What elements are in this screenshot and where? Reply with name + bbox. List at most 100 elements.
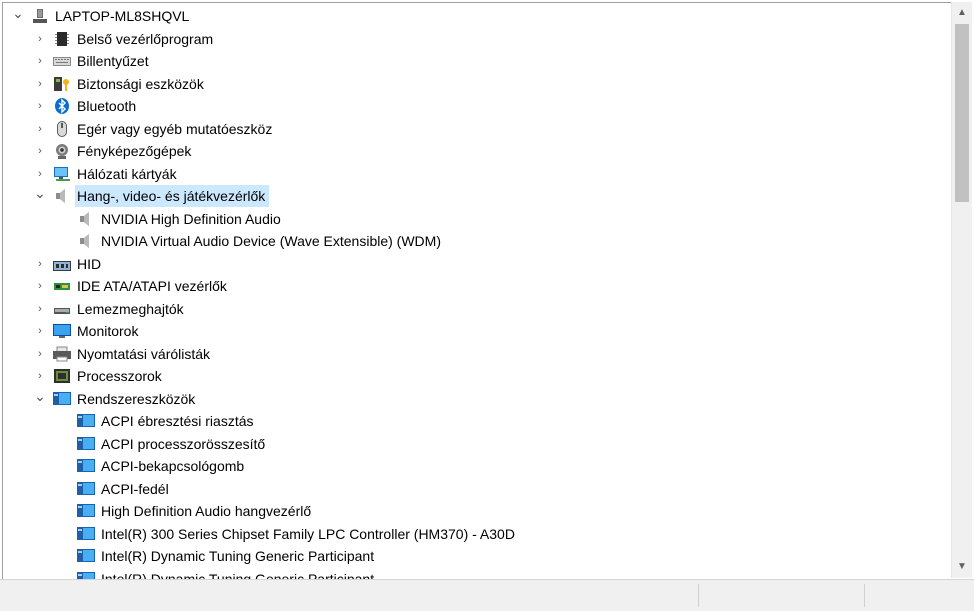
tree-item-label: Intel(R) Dynamic Tuning Generic Particip…	[101, 548, 375, 564]
tree-item-label: Fényképezőgépek	[77, 143, 192, 159]
chevron-right-icon[interactable]: ›	[33, 253, 47, 275]
device-tree[interactable]: ⌄ LAPTOP-ML8SHQVL › Belső vezérlőprogram › Bi…	[2, 2, 952, 579]
chevron-down-icon[interactable]: ⌄	[11, 5, 25, 27]
tree-category-item[interactable]: › Billentyűzet	[3, 50, 943, 72]
status-separator	[864, 584, 865, 607]
chevron-right-icon[interactable]: ›	[33, 298, 47, 320]
tree-item-label: ACPI-bekapcsológomb	[101, 458, 245, 474]
system-device-icon	[53, 391, 71, 407]
system-device-icon	[77, 526, 95, 542]
chevron-right-icon[interactable]: ›	[33, 28, 47, 50]
tree-device-item[interactable]: ACPI-fedél	[3, 478, 943, 500]
printer-icon	[53, 346, 71, 362]
tree-device-item[interactable]: Intel(R) Dynamic Tuning Generic Particip…	[3, 545, 943, 567]
tree-category-item[interactable]: › Biztonsági eszközök	[3, 73, 943, 95]
tree-item-label: Hang-, video- és játékvezérlők	[77, 188, 266, 204]
tree-item-label: Intel(R) Dynamic Tuning Generic Particip…	[101, 570, 375, 580]
monitor-icon	[53, 323, 71, 339]
mouse-icon	[53, 120, 71, 137]
chevron-right-icon[interactable]: ›	[33, 73, 47, 95]
tree-category-item[interactable]: › Fényképezőgépek	[3, 140, 943, 162]
chevron-right-icon[interactable]: ›	[33, 163, 47, 185]
tree-item-label: Bluetooth	[77, 98, 137, 114]
scroll-thumb[interactable]	[955, 24, 969, 202]
chevron-right-icon[interactable]: ›	[33, 275, 47, 297]
tree-item-label: NVIDIA Virtual Audio Device (Wave Extens…	[101, 233, 441, 249]
tree-item-label: HID	[77, 255, 102, 272]
tree-category-item[interactable]: › Belső vezérlőprogram	[3, 28, 943, 50]
tree-item-label: Processzorok	[77, 368, 162, 384]
vertical-scrollbar[interactable]: ▲ ▼	[951, 2, 972, 578]
tree-category-item[interactable]: › Nyomtatási várólisták	[3, 343, 943, 365]
tree-category-item[interactable]: › Egér vagy egyéb mutatóeszköz	[3, 118, 943, 140]
tree-device-item[interactable]: ACPI ébresztési riasztás	[3, 410, 943, 432]
tree-category-item[interactable]: › HID	[3, 253, 943, 275]
tree-item-label: Nyomtatási várólisták	[77, 345, 211, 362]
disk-drive-icon	[53, 301, 71, 317]
chevron-down-icon[interactable]: ⌄	[33, 388, 47, 410]
tree-device-item[interactable]: High Definition Audio hangvezérlő	[3, 500, 943, 522]
tree-item-label: Lemezmeghajtók	[77, 300, 184, 317]
tree-item-label: IDE ATA/ATAPI vezérlők	[77, 278, 227, 294]
hid-icon	[53, 256, 71, 272]
scroll-up-arrow-icon[interactable]: ▲	[952, 4, 972, 22]
tree-item-label: High Definition Audio hangvezérlő	[101, 503, 312, 519]
system-device-icon	[77, 436, 95, 452]
tree-item-label: ACPI-fedél	[101, 480, 169, 497]
webcam-icon	[53, 143, 71, 159]
tree-category-item[interactable]: › IDE ATA/ATAPI vezérlők	[3, 275, 943, 297]
bluetooth-icon	[53, 98, 71, 114]
tree-category-item[interactable]: › Bluetooth	[3, 95, 943, 117]
tree-category-item[interactable]: ⌄ Hang-, video- és játékvezérlők	[3, 185, 943, 207]
system-device-icon	[77, 458, 95, 474]
network-adapter-icon	[53, 166, 71, 182]
tree-device-item[interactable]: ACPI-bekapcsológomb	[3, 455, 943, 477]
chevron-down-icon[interactable]: ⌄	[33, 185, 47, 207]
tree-category-item[interactable]: ⌄ Rendszereszközök	[3, 388, 943, 410]
tree-item-label: Belső vezérlőprogram	[77, 30, 214, 47]
firmware-chip-icon	[53, 31, 71, 47]
tree-device-item[interactable]: NVIDIA High Definition Audio	[3, 208, 943, 230]
tree-item-label: Rendszereszközök	[77, 390, 196, 407]
system-device-icon	[77, 413, 95, 429]
tree-device-item[interactable]: Intel(R) 300 Series Chipset Family LPC C…	[3, 523, 943, 545]
scroll-down-arrow-icon[interactable]: ▼	[952, 558, 972, 576]
tree-item-label: Billentyűzet	[77, 53, 149, 69]
tree-item-label: LAPTOP-ML8SHQVL	[55, 8, 190, 24]
chevron-right-icon[interactable]: ›	[33, 365, 47, 387]
tree-item-label: Egér vagy egyéb mutatóeszköz	[77, 120, 273, 137]
chevron-right-icon[interactable]: ›	[33, 50, 47, 72]
system-device-icon	[77, 481, 95, 497]
tree-category-item[interactable]: › Processzorok	[3, 365, 943, 387]
tree-root-computer[interactable]: ⌄ LAPTOP-ML8SHQVL	[3, 5, 943, 27]
tree-device-item[interactable]: NVIDIA Virtual Audio Device (Wave Extens…	[3, 230, 943, 252]
tree-category-item[interactable]: › Hálózati kártyák	[3, 163, 943, 185]
chevron-right-icon[interactable]: ›	[33, 118, 47, 140]
speaker-icon	[53, 188, 71, 204]
tree-item-label: Biztonsági eszközök	[77, 75, 204, 92]
status-bar	[0, 579, 974, 611]
tree-item-label: Hálózati kártyák	[77, 165, 177, 182]
tree-item-label: ACPI ébresztési riasztás	[101, 413, 254, 429]
system-device-icon	[77, 571, 95, 579]
tree-device-item[interactable]: ACPI processzorösszesítő	[3, 433, 943, 455]
speaker-icon	[77, 211, 95, 227]
keyboard-icon	[53, 53, 71, 69]
chevron-right-icon[interactable]: ›	[33, 140, 47, 162]
tree-item-label: Intel(R) 300 Series Chipset Family LPC C…	[101, 525, 515, 542]
tree-category-item[interactable]: › Monitorok	[3, 320, 943, 342]
speaker-icon	[77, 233, 95, 249]
security-key-icon	[53, 76, 71, 92]
chevron-right-icon[interactable]: ›	[33, 95, 47, 117]
chevron-right-icon[interactable]: ›	[33, 343, 47, 365]
ide-controller-icon	[53, 278, 71, 294]
status-separator	[698, 584, 699, 607]
system-device-icon	[77, 503, 95, 519]
tree-item-label: Monitorok	[77, 323, 139, 339]
tree-item-label: ACPI processzorösszesítő	[101, 435, 266, 452]
chevron-right-icon[interactable]: ›	[33, 320, 47, 342]
system-device-icon	[77, 548, 95, 564]
tree-category-item[interactable]: › Lemezmeghajtók	[3, 298, 943, 320]
tree-device-item[interactable]: Intel(R) Dynamic Tuning Generic Particip…	[3, 568, 943, 580]
processor-icon	[53, 368, 71, 384]
